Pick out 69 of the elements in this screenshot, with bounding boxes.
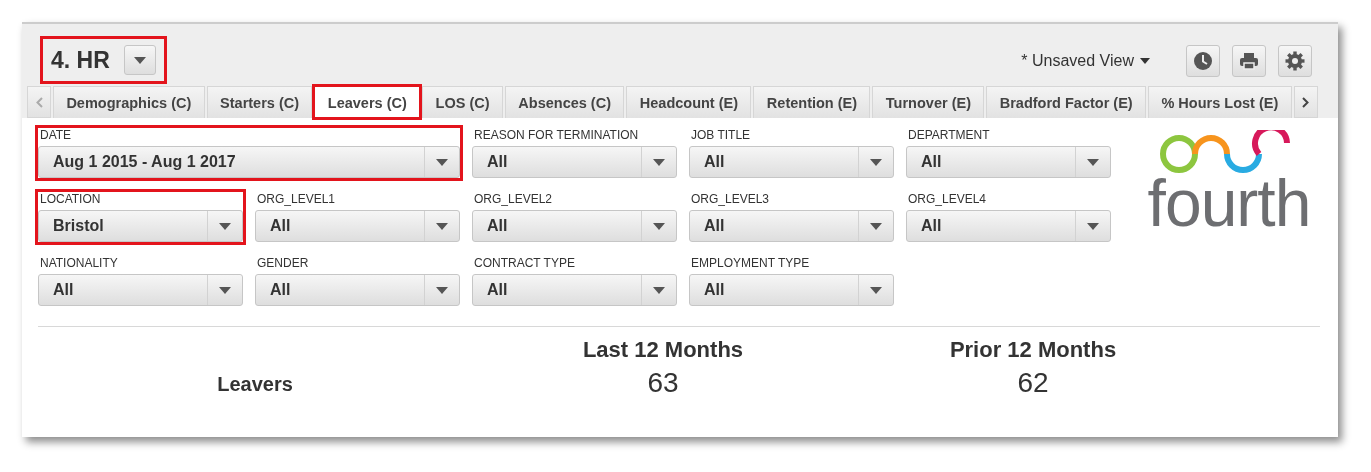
filter-label: ORG_LEVEL4 xyxy=(907,192,988,206)
column-header: Last 12 Months xyxy=(581,337,745,363)
filter-label: ORG_LEVEL2 xyxy=(473,192,554,206)
filter-dropdown[interactable]: All xyxy=(255,274,460,306)
caret-icon xyxy=(219,222,231,230)
filter-label: REASON FOR TERMINATION xyxy=(473,128,640,142)
clock-icon xyxy=(1193,51,1213,71)
metric-value: 62 xyxy=(1016,366,1050,399)
tab[interactable]: Headcount (E) xyxy=(626,86,752,118)
filter-dropdown[interactable]: All xyxy=(38,274,243,306)
filter-dropdown[interactable]: Bristol xyxy=(38,210,243,242)
caret-icon xyxy=(870,222,882,230)
tab[interactable]: Retention (E) xyxy=(753,86,871,118)
row-label: Leavers xyxy=(216,371,294,396)
tab[interactable]: Starters (C) xyxy=(206,86,313,118)
logo-text: fourth xyxy=(1147,172,1311,234)
chevron-left-icon xyxy=(35,96,43,108)
chevron-right-icon xyxy=(1302,96,1310,108)
filter-dropdown[interactable]: All xyxy=(689,274,894,306)
caret-icon xyxy=(870,158,882,166)
caret-icon xyxy=(870,286,882,294)
caret-icon xyxy=(653,222,665,230)
print-button[interactable] xyxy=(1232,45,1266,77)
column-header: Prior 12 Months xyxy=(948,337,1118,363)
filter-dropdown[interactable]: All xyxy=(255,210,460,242)
tab[interactable]: LOS (C) xyxy=(422,86,503,118)
filter-label: ORG_LEVEL1 xyxy=(256,192,337,206)
filter-label: EMPLOYMENT TYPE xyxy=(690,256,811,270)
history-button[interactable] xyxy=(1186,45,1220,77)
tab[interactable]: Absences (C) xyxy=(504,86,625,118)
caret-icon xyxy=(133,56,146,64)
caret-icon xyxy=(436,158,448,166)
filter-dropdown[interactable]: All xyxy=(689,210,894,242)
filter-dropdown[interactable]: All xyxy=(472,274,677,306)
caret-icon xyxy=(436,286,448,294)
caret-icon xyxy=(653,286,665,294)
tab[interactable]: Demographics (C) xyxy=(53,86,205,118)
scroll-right-button[interactable] xyxy=(1293,86,1318,118)
filter-dropdown[interactable]: All xyxy=(689,146,894,178)
view-menu[interactable]: * Unsaved View xyxy=(1021,52,1140,70)
settings-icon xyxy=(1285,51,1305,71)
caret-icon xyxy=(1140,58,1150,64)
caret-icon xyxy=(436,222,448,230)
metric-value: 63 xyxy=(646,366,680,399)
caret-icon xyxy=(653,158,665,166)
filter-dropdown[interactable]: All xyxy=(472,146,677,178)
dashboard-dropdown-button[interactable] xyxy=(123,45,156,75)
filter-label: ORG_LEVEL3 xyxy=(690,192,771,206)
tab[interactable]: Bradford Factor (E) xyxy=(986,86,1147,118)
filter-label: CONTRACT TYPE xyxy=(473,256,576,270)
filter-label: DEPARTMENT xyxy=(907,128,991,142)
dashboard-title: 4. HR xyxy=(51,46,110,74)
printer-icon xyxy=(1239,51,1259,71)
tab[interactable]: % Hours Lost (E) xyxy=(1148,86,1292,118)
filter-label: DATE xyxy=(39,128,73,142)
filter-dropdown[interactable]: All xyxy=(906,210,1111,242)
filter-label: GENDER xyxy=(256,256,310,270)
filter-label: NATIONALITY xyxy=(39,256,119,270)
filter-label: LOCATION xyxy=(39,192,102,206)
caret-icon xyxy=(1087,222,1099,230)
filter-label: JOB TITLE xyxy=(690,128,752,142)
filter-dropdown[interactable]: All xyxy=(472,210,677,242)
caret-icon xyxy=(1087,158,1099,166)
filter-dropdown[interactable]: All xyxy=(906,146,1111,178)
tab[interactable]: Turnover (E) xyxy=(872,86,985,118)
caret-icon xyxy=(219,286,231,294)
settings-button[interactable] xyxy=(1278,45,1312,77)
filter-dropdown[interactable]: Aug 1 2015 - Aug 1 2017 xyxy=(38,146,460,178)
tab[interactable]: Leavers (C) xyxy=(314,86,421,118)
